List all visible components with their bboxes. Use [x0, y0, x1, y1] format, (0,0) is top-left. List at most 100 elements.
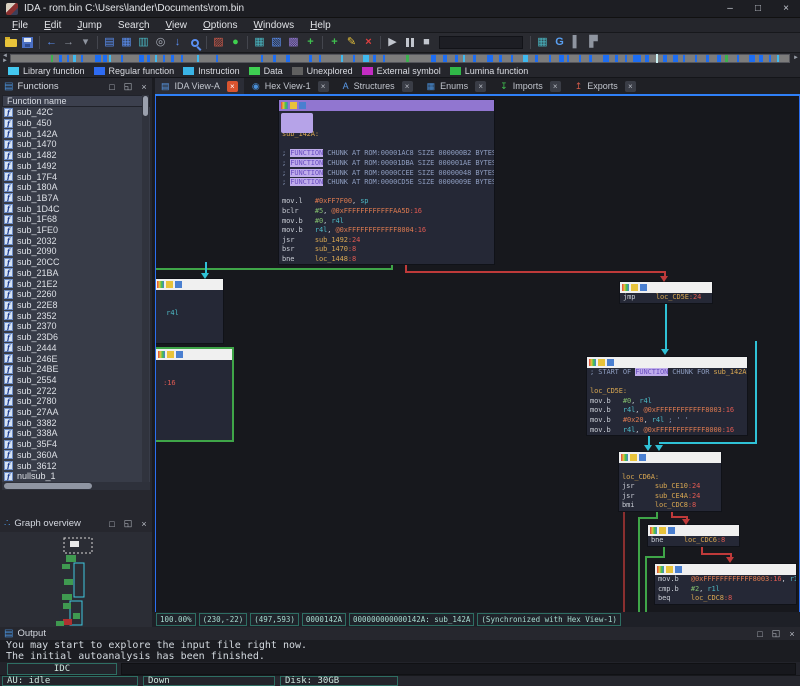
function-list-item[interactable]: f sub_2722: [2, 385, 150, 396]
scrollbar-thumb[interactable]: [143, 96, 148, 116]
graph-node-jmp[interactable]: jmp loc_CD5E:24: [619, 281, 713, 304]
tab-close-icon[interactable]: ×: [401, 80, 413, 92]
overview-float-button[interactable]: ◱: [120, 517, 136, 531]
debugger-pause-icon[interactable]: [401, 34, 418, 51]
overview-maximize-button[interactable]: □: [104, 517, 120, 531]
menu-file[interactable]: File: [4, 18, 36, 33]
minimize-button[interactable]: –: [716, 0, 744, 17]
function-list-item[interactable]: f sub_1470: [2, 139, 150, 150]
function-list-item[interactable]: f sub_22E8: [2, 300, 150, 311]
node-title-bar[interactable]: [156, 349, 232, 360]
tab-close-icon[interactable]: ×: [475, 80, 487, 92]
add-item-icon[interactable]: +: [302, 34, 319, 51]
function-list-item[interactable]: f nullsub_1: [2, 471, 150, 482]
edit-comment-icon[interactable]: ✎: [343, 34, 360, 51]
jump-to-address-icon[interactable]: ▦: [118, 34, 135, 51]
output-float-button[interactable]: ◱: [768, 627, 784, 641]
function-list-item[interactable]: f sub_21BA: [2, 268, 150, 279]
lumina-icon[interactable]: ●: [227, 34, 244, 51]
functions-close-button[interactable]: ×: [136, 80, 152, 94]
function-list-item[interactable]: f sub_2780: [2, 396, 150, 407]
function-list-item[interactable]: f sub_20CC: [2, 257, 150, 268]
functions-maximize-button[interactable]: □: [104, 80, 120, 94]
function-list-item[interactable]: f sub_2370: [2, 321, 150, 332]
navigation-band-track[interactable]: [10, 54, 790, 63]
function-list-item[interactable]: f sub_35F4: [2, 439, 150, 450]
function-list-item[interactable]: f sub_338A: [2, 428, 150, 439]
maximize-button[interactable]: □: [744, 0, 772, 17]
tab-close-icon[interactable]: ×: [226, 80, 238, 92]
node-title-bar[interactable]: [620, 282, 712, 293]
undefine-icon[interactable]: ×: [360, 34, 377, 51]
function-list-item[interactable]: f sub_2032: [2, 235, 150, 246]
function-list-item[interactable]: f sub_2444: [2, 342, 150, 353]
tab-imports[interactable]: ↧ Imports ×: [494, 78, 567, 94]
function-list-item[interactable]: f sub_180A: [2, 182, 150, 193]
jump-by-name-icon[interactable]: ▤: [101, 34, 118, 51]
function-list-item[interactable]: f sub_246E: [2, 353, 150, 364]
tab-exports[interactable]: ↥ Exports ×: [569, 78, 642, 94]
tab-enums[interactable]: ▦ Enums ×: [421, 78, 493, 94]
open-file-icon[interactable]: [2, 34, 19, 51]
close-button[interactable]: ×: [772, 0, 800, 17]
node-title-bar[interactable]: [619, 452, 721, 463]
functions-horizontal-scrollbar[interactable]: [2, 482, 150, 490]
output-log[interactable]: You may start to explore the input file …: [0, 640, 800, 662]
function-list-item[interactable]: f sub_23D6: [2, 332, 150, 343]
tab-close-icon[interactable]: ×: [317, 80, 329, 92]
scrollbar-thumb[interactable]: [4, 483, 92, 489]
function-attrs-icon[interactable]: ▩: [285, 34, 302, 51]
menu-windows[interactable]: Windows: [245, 18, 302, 33]
overview-close-button[interactable]: ×: [136, 517, 152, 531]
function-list-item[interactable]: f sub_21E2: [2, 278, 150, 289]
graph-node-loc_CD5E[interactable]: ; START OF FUNCTION CHUNK FOR sub_142A lo…: [586, 356, 748, 436]
function-list-item[interactable]: f sub_1D4C: [2, 203, 150, 214]
tab-hex-view-1[interactable]: ◉ Hex View-1 ×: [246, 78, 335, 94]
function-list-item[interactable]: f sub_1482: [2, 150, 150, 161]
graph-node-bne[interactable]: bne loc_CDC6:8: [647, 524, 740, 547]
navigate-forward-icon[interactable]: →: [60, 34, 77, 51]
jump-down-icon[interactable]: ↓: [169, 34, 186, 51]
graph-node-loc_CD6A[interactable]: loc_CD6A: jsr sub_CE10:24 jsr sub_CE4A:24 b…: [618, 451, 722, 512]
debugger-start-icon[interactable]: ▶: [384, 34, 401, 51]
function-list-item[interactable]: f sub_3382: [2, 417, 150, 428]
node-title-bar[interactable]: [587, 357, 747, 368]
jump-to-segment-icon[interactable]: ▥: [135, 34, 152, 51]
menu-search[interactable]: Search: [110, 18, 158, 33]
go-command-icon[interactable]: G: [551, 34, 568, 51]
function-list-item[interactable]: f sub_42C: [2, 107, 150, 118]
node-title-bar[interactable]: [648, 525, 739, 536]
function-list-item[interactable]: f sub_27AA: [2, 407, 150, 418]
window-list-icon[interactable]: ▌: [568, 34, 585, 51]
search-icon[interactable]: [186, 34, 203, 51]
node-title-bar[interactable]: [279, 100, 494, 111]
jump-xref-icon[interactable]: ◎: [152, 34, 169, 51]
bitmap-view-icon[interactable]: ▨: [210, 34, 227, 51]
edit-function-icon[interactable]: ▧: [268, 34, 285, 51]
function-list-item[interactable]: f sub_1FE0: [2, 225, 150, 236]
function-list-item[interactable]: f sub_3612: [2, 460, 150, 471]
debugger-selector-field[interactable]: [439, 36, 523, 49]
desktop-layout-icon[interactable]: ▛: [585, 34, 602, 51]
tab-structures[interactable]: A Structures ×: [337, 78, 419, 94]
graph-node-partial-2[interactable]: :16: [156, 347, 234, 442]
function-list-item[interactable]: f sub_1492: [2, 161, 150, 172]
graph-view-canvas[interactable]: sub_142A:; FUNCTION CHUNK AT ROM:00001AC…: [155, 96, 800, 612]
output-maximize-button[interactable]: □: [752, 627, 768, 641]
menu-jump[interactable]: Jump: [69, 18, 109, 33]
functions-vertical-scrollbar[interactable]: [142, 95, 149, 482]
function-list-item[interactable]: f sub_142A: [2, 128, 150, 139]
idc-button[interactable]: IDC: [7, 662, 117, 675]
functions-float-button[interactable]: ◱: [120, 80, 136, 94]
function-list-item[interactable]: f sub_24BE: [2, 364, 150, 375]
function-list-item[interactable]: f sub_2090: [2, 246, 150, 257]
function-list-item[interactable]: f sub_1F68: [2, 214, 150, 225]
forward-dropdown-icon[interactable]: ▾: [77, 34, 94, 51]
cli-input[interactable]: [121, 662, 796, 675]
graph-node-partial-1[interactable]: r4l: [156, 278, 224, 344]
output-close-button[interactable]: ×: [784, 627, 800, 641]
graph-node-sub_142A[interactable]: sub_142A:; FUNCTION CHUNK AT ROM:00001AC…: [278, 99, 495, 265]
node-title-bar[interactable]: [655, 564, 796, 575]
tab-close-icon[interactable]: ×: [624, 80, 636, 92]
tab-ida-view-a[interactable]: ▤ IDA View-A ×: [155, 78, 244, 94]
